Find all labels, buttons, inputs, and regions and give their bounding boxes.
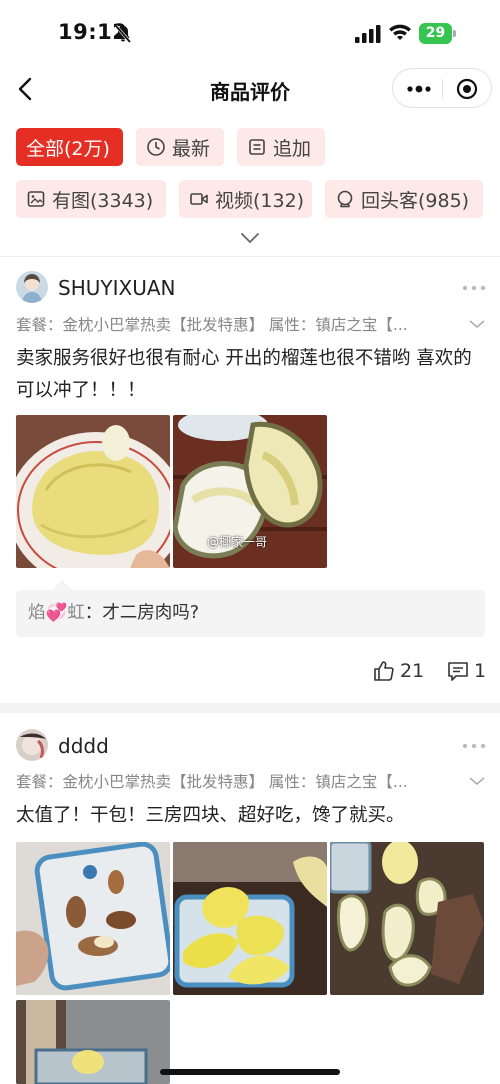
comment-count: 1	[474, 660, 487, 682]
review-text: 太值了！干包！三房四块、超好吃，馋了就买。	[16, 805, 405, 826]
filter-return-customer[interactable]: 回头客(985)	[325, 180, 483, 218]
filter-followup-label: 追加	[273, 137, 312, 160]
review-photo[interactable]: @椰家一哥	[173, 415, 327, 568]
like-button[interactable]: 21	[372, 656, 424, 686]
reply-pointer	[52, 580, 72, 590]
battery-level: 29	[419, 23, 452, 44]
filter-latest-label: 最新	[172, 137, 211, 160]
reply-text: ：才二房肉吗?	[84, 603, 200, 623]
avatar[interactable]	[16, 729, 48, 761]
reply-author: 焰💞虹	[28, 603, 85, 623]
sku-info: 套餐：金枕小巴掌热卖【批发特惠】 属性：镇店之宝【...	[16, 316, 408, 334]
more-options-icon[interactable]	[462, 743, 486, 749]
back-arrow-icon[interactable]	[14, 76, 38, 102]
more-options-icon[interactable]	[462, 285, 486, 291]
mini-program-capsule	[392, 68, 492, 108]
more-dots-icon[interactable]	[407, 82, 431, 96]
filter-all-label: 全部(2万)	[26, 137, 110, 160]
return-customer-icon	[337, 190, 353, 208]
comment-button[interactable]: 1	[446, 656, 486, 686]
filter-return-customer-label: 回头客(985)	[361, 189, 470, 212]
filter-video[interactable]: 视频(132)	[179, 180, 312, 218]
nav-bar: 商品评价	[0, 66, 500, 112]
filter-all[interactable]: 全部(2万)	[16, 128, 123, 166]
review-photo[interactable]	[16, 415, 170, 568]
filter-with-images[interactable]: 有图(3343)	[16, 180, 166, 218]
reviewer-name[interactable]: SHUYIXUAN	[58, 276, 175, 300]
thumbs-up-icon	[374, 661, 394, 681]
review-text: 卖家服务很好也很有耐心 开出的榴莲也很不错哟 喜欢的可以冲了！！！	[16, 348, 472, 401]
wifi-icon	[389, 24, 411, 40]
review-photo[interactable]	[173, 842, 327, 995]
bell-muted-icon	[114, 25, 132, 43]
image-icon	[27, 191, 45, 207]
filter-video-label: 视频(132)	[215, 189, 305, 212]
like-count: 21	[400, 660, 425, 682]
section-separator	[0, 703, 500, 713]
status-bar: 19:12 29	[0, 0, 500, 66]
home-indicator	[160, 1069, 340, 1075]
page-title: 商品评价	[210, 80, 290, 104]
chevron-down-icon[interactable]	[468, 776, 486, 786]
video-icon	[190, 193, 208, 205]
divider	[0, 256, 500, 257]
close-target-icon[interactable]	[456, 78, 478, 100]
battery-icon: 29	[419, 23, 457, 44]
comment-icon	[448, 662, 468, 681]
photo-watermark: @椰家一哥	[207, 535, 268, 549]
expand-chevron-icon[interactable]	[240, 232, 260, 244]
filter-followup[interactable]: 追加	[237, 128, 325, 166]
reviewer-name[interactable]: dddd	[58, 734, 109, 758]
reply-box[interactable]: 焰💞虹：才二房肉吗?	[16, 590, 485, 637]
chevron-down-icon[interactable]	[468, 319, 486, 329]
filter-latest[interactable]: 最新	[136, 128, 224, 166]
note-icon	[249, 139, 265, 155]
filter-with-images-label: 有图(3343)	[52, 189, 154, 212]
sku-info: 套餐：金枕小巴掌热卖【批发特惠】 属性：镇店之宝【...	[16, 773, 408, 791]
review-photo[interactable]	[16, 1000, 170, 1084]
clock-icon	[147, 138, 165, 156]
signal-icon	[355, 25, 381, 43]
avatar[interactable]	[16, 271, 48, 303]
review-photo[interactable]	[16, 842, 170, 995]
review-photo[interactable]	[330, 842, 484, 995]
